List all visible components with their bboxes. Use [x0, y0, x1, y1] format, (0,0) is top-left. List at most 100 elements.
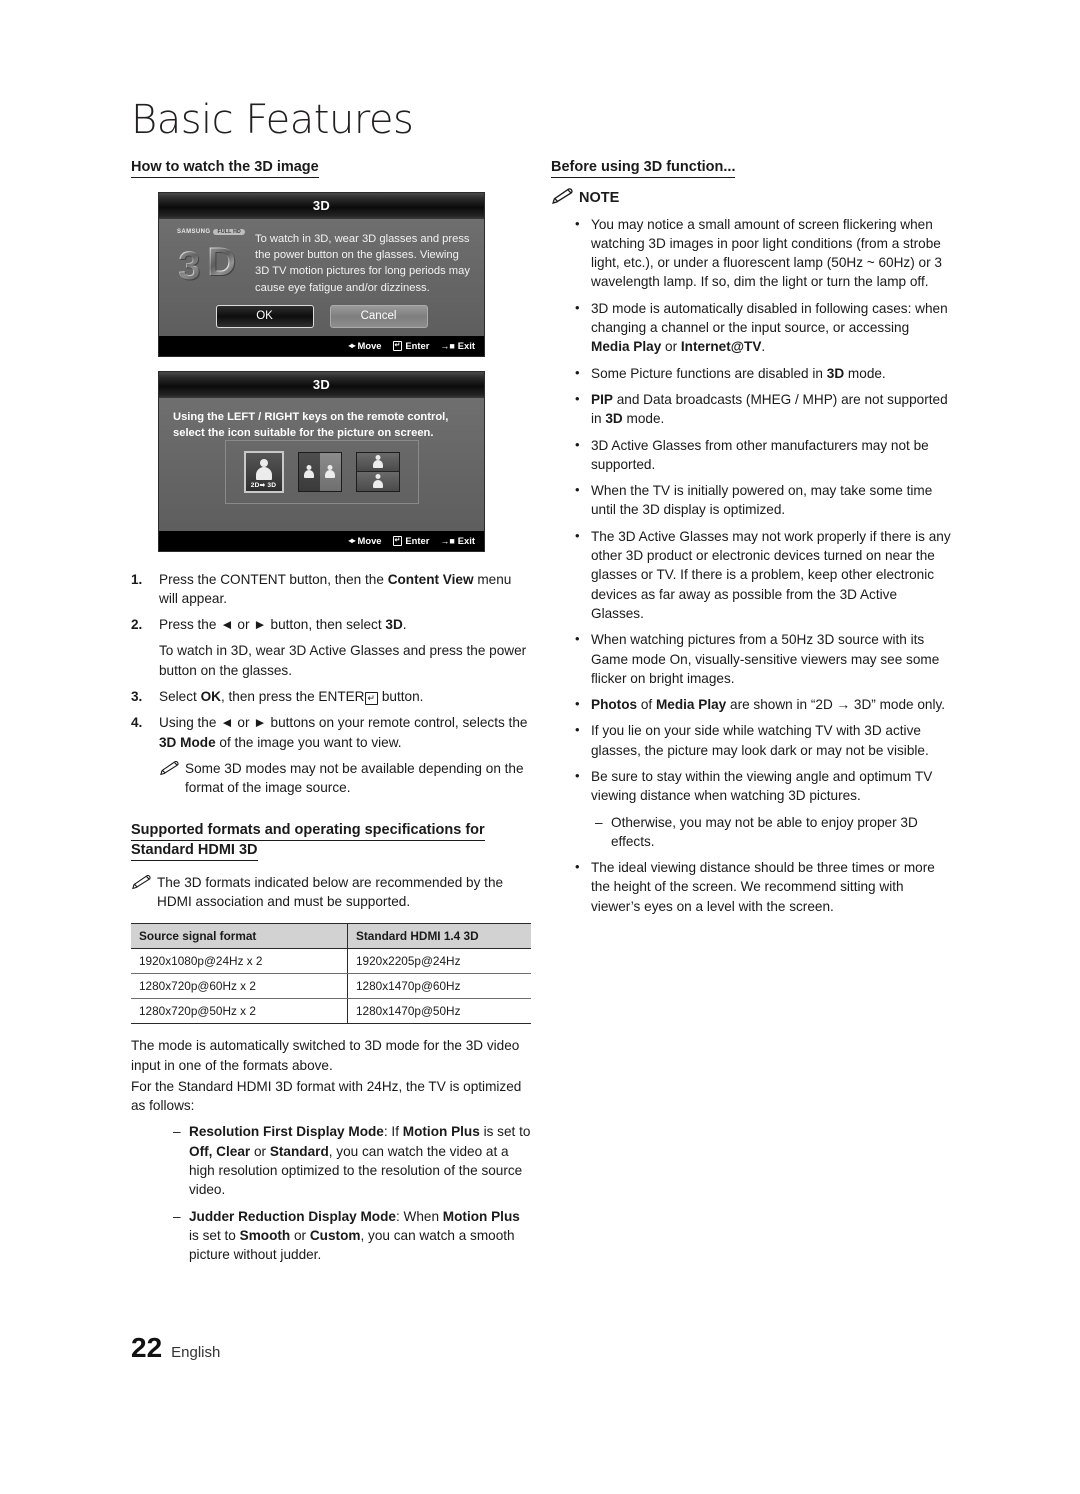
- dash-marker: –: [173, 1124, 181, 1140]
- dialog2-body: Using the LEFT / RIGHT keys on the remot…: [159, 397, 484, 531]
- note-header: NOTE: [551, 187, 951, 208]
- table-header-row: Source signal format Standard HDMI 1.4 3…: [131, 923, 531, 950]
- person-icon: [325, 464, 336, 479]
- sbs-left-half: [298, 452, 320, 491]
- hint-enter: ↵ Enter: [392, 535, 429, 546]
- after-table-paragraph-2: For the Standard HDMI 3D format with 24H…: [131, 1078, 522, 1114]
- bullet-marker: •: [575, 631, 580, 647]
- table-row: 1280x720p@60Hz x 2 1280x1470p@60Hz: [131, 973, 531, 1000]
- page-number: 22: [131, 1332, 163, 1363]
- bullet-text: Be sure to stay within the viewing angle…: [591, 769, 933, 804]
- table-row: 1280x720p@50Hz x 2 1280x1470p@50Hz: [131, 998, 531, 1025]
- bullet-text: The 3D Active Glasses may not work prope…: [591, 528, 951, 621]
- hint-move-label: Move: [357, 340, 382, 352]
- step-number: 2.: [131, 617, 143, 633]
- pencil-note-icon: [159, 759, 185, 798]
- bullet-text: PIP and Data broadcasts (MHEG / MHP) are…: [591, 391, 948, 427]
- tv-dialog-3d-mode-select: 3D Using the LEFT / RIGHT keys on the re…: [158, 370, 485, 552]
- section-heading-how-to-watch: How to watch the 3D image: [131, 157, 531, 178]
- bullet-marker: •: [575, 436, 580, 452]
- note-bullet: • Some Picture functions are disabled in…: [575, 364, 951, 383]
- bullet-text: If you lie on your side while watching T…: [591, 723, 929, 758]
- mode-icon-panel: 2D➡ 3D: [224, 439, 419, 504]
- hint-exit-label: Exit: [457, 340, 475, 352]
- cancel-button[interactable]: Cancel: [329, 304, 428, 328]
- page-title: Basic Features: [131, 97, 414, 143]
- dialog2-titlebar: 3D: [159, 371, 484, 398]
- fullhd-badge: FULL HD: [213, 228, 245, 235]
- ok-button[interactable]: OK: [215, 304, 314, 328]
- person-icon: [372, 474, 383, 488]
- left-column: How to watch the 3D image 3D SAMSUNG FUL…: [131, 157, 531, 1265]
- bullet-marker: •: [575, 215, 580, 231]
- samsung-brand: SAMSUNG FULL HD: [177, 228, 247, 235]
- exit-door-icon: →■: [440, 340, 455, 351]
- hint-move: ◂▸ Move: [349, 535, 382, 546]
- spec-heading-text: Supported formats and operating specific…: [131, 821, 485, 862]
- dash-text: Resolution First Display Mode: If Motion…: [189, 1124, 531, 1198]
- bullet-marker: •: [575, 364, 580, 380]
- table-header-cell: Standard HDMI 1.4 3D: [347, 923, 531, 950]
- step-item: 2. Press the ◄ or ► button, then select …: [131, 615, 531, 634]
- step-text: Using the ◄ or ► buttons on your remote …: [159, 715, 528, 750]
- note-label: NOTE: [579, 189, 620, 206]
- step-item: 4. Using the ◄ or ► buttons on your remo…: [131, 713, 531, 752]
- hint-exit-label: Exit: [457, 535, 475, 547]
- dash-item: – Resolution First Display Mode: If Moti…: [173, 1122, 531, 1199]
- section-heading-supported-formats: Supported formats and operating specific…: [131, 820, 531, 862]
- tb-top-half: [356, 452, 399, 472]
- table-cell: 1280x720p@50Hz x 2: [131, 998, 348, 1025]
- step-text: Select OK, then press the ENTER ↵ button.: [159, 689, 424, 706]
- step-number: 4.: [131, 715, 143, 731]
- dialog-hint-bar: ◂▸ Move ↵ Enter →■ Exit: [159, 335, 484, 356]
- table-cell: 1280x1470p@50Hz: [347, 998, 531, 1025]
- note-bullet: • When the TV is initially powered on, m…: [575, 481, 951, 520]
- note-bullet: • Be sure to stay within the viewing ang…: [575, 767, 951, 806]
- bullet-marker: •: [575, 859, 580, 875]
- table-row: 1920x1080p@24Hz x 2 1920x2205p@24Hz: [131, 948, 531, 975]
- bullet-text: The ideal viewing distance should be thr…: [591, 860, 935, 914]
- left-right-arrows-icon: ◂▸: [348, 341, 356, 351]
- step-number: 1.: [131, 571, 143, 587]
- manual-page: Basic Features How to watch the 3D image…: [0, 0, 1080, 1494]
- mode-side-by-side-icon[interactable]: [297, 451, 342, 492]
- section-heading-text: How to watch the 3D image: [131, 159, 319, 178]
- mode-2d-to-3d-label: 2D➡ 3D: [250, 481, 277, 489]
- note-bullet: • 3D Active Glasses from other manufactu…: [575, 436, 951, 475]
- exit-door-icon: →■: [440, 535, 455, 546]
- note-bullet: • When watching pictures from a 50Hz 3D …: [575, 630, 951, 688]
- person-icon: [372, 454, 383, 469]
- bullet-text: You may notice a small amount of screen …: [591, 216, 942, 290]
- bullet-marker: •: [575, 299, 580, 315]
- note-bullet: • PIP and Data broadcasts (MHEG / MHP) a…: [575, 390, 951, 429]
- dialog-titlebar: 3D: [159, 192, 484, 219]
- dash-text: Judder Reduction Display Mode: When Moti…: [189, 1208, 520, 1263]
- bullet-marker: •: [575, 722, 580, 738]
- mode-top-bottom-icon[interactable]: [355, 451, 400, 492]
- dialog2-message: Using the LEFT / RIGHT keys on the remot…: [173, 410, 449, 440]
- after-table-paragraph-1: The mode is automatically switched to 3D…: [131, 1038, 520, 1073]
- enter-key-icon: ↵: [392, 340, 403, 351]
- right-column: Before using 3D function... NOTE • You m…: [551, 157, 951, 923]
- tv-dialog-3d-warning: 3D SAMSUNG FULL HD 3 D To watch in 3D, w…: [158, 191, 485, 357]
- step-text: Press the CONTENT button, then the Conte…: [159, 571, 512, 606]
- left-right-arrows-icon: ◂▸: [348, 536, 356, 546]
- bullet-marker: •: [575, 768, 580, 783]
- note-bullet: • If you lie on your side while watching…: [575, 721, 951, 760]
- section-heading-before-using: Before using 3D function...: [551, 157, 951, 178]
- dash-text: Otherwise, you may not be able to enjoy …: [611, 814, 918, 849]
- cube-3d-icon: 3 D: [177, 238, 243, 300]
- page-footer: 22 English: [131, 1332, 220, 1364]
- step-2-extra-text: To watch in 3D, wear 3D Active Glasses a…: [159, 643, 527, 678]
- cube-glyph-3: 3: [178, 243, 201, 288]
- samsung-3d-logo: SAMSUNG FULL HD 3 D: [177, 228, 247, 300]
- mode-2d-to-3d-icon[interactable]: 2D➡ 3D: [243, 450, 284, 493]
- cube-glyph-d: D: [207, 239, 236, 284]
- bullet-marker: •: [575, 696, 580, 712]
- step-item: 3. Select OK, then press the ENTER ↵ butt…: [131, 687, 531, 706]
- samsung-wordmark: SAMSUNG: [177, 228, 211, 235]
- before-using-heading-text: Before using 3D function...: [551, 159, 736, 178]
- dash-marker: –: [595, 814, 603, 830]
- bullet-marker: •: [575, 527, 580, 543]
- step-item: 1. Press the CONTENT button, then the Co…: [131, 570, 531, 609]
